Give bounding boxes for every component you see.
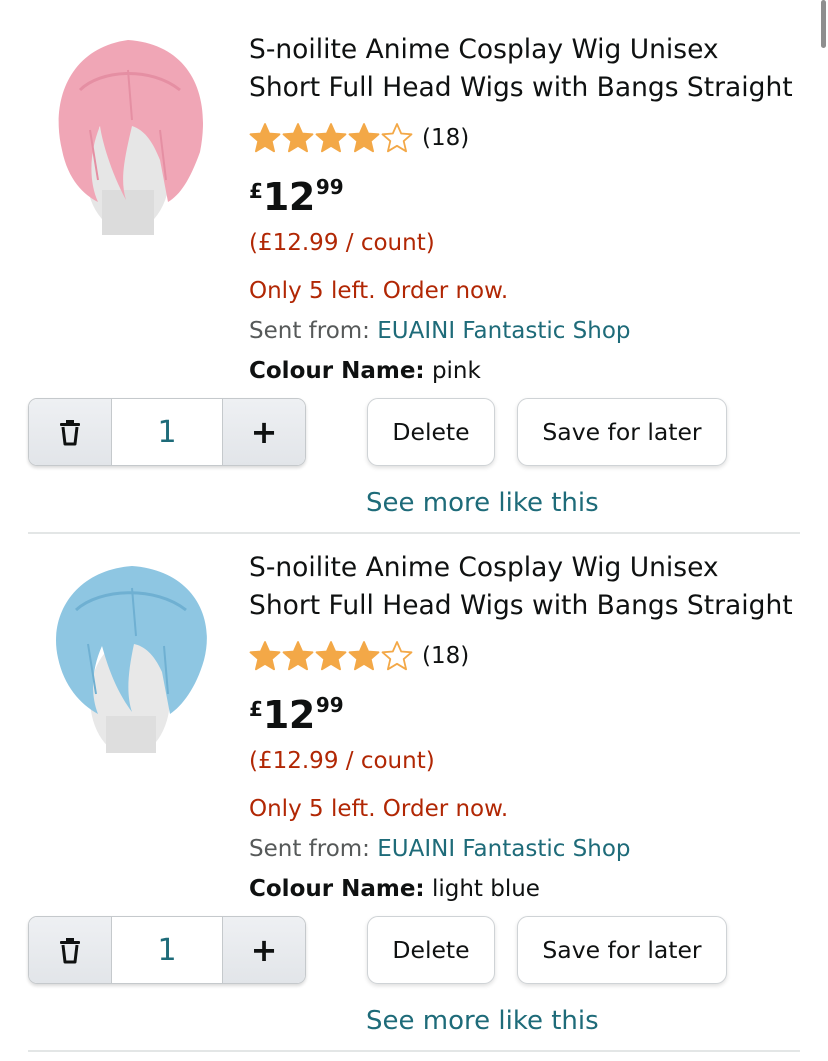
trash-icon (60, 420, 80, 446)
quantity-stepper: 1 + (28, 916, 306, 984)
colour-value: pink (431, 358, 481, 384)
price-currency: £ (249, 179, 263, 203)
save-for-later-button[interactable]: Save for later (517, 916, 727, 984)
product-title[interactable]: S-noilite Anime Cosplay Wig Unisex Short… (249, 549, 805, 625)
trash-icon (60, 938, 80, 964)
colour-label: Colour Name: (249, 358, 425, 384)
seller-link[interactable]: EUAINI Fantastic Shop (377, 836, 630, 862)
sent-from: Sent from: EUAINI Fantastic Shop (249, 314, 631, 348)
star-icon (348, 641, 380, 671)
stock-status: Only 5 left. Order now. (249, 796, 509, 822)
quantity-stepper: 1 + (28, 398, 306, 466)
increase-quantity-button[interactable]: + (223, 399, 305, 465)
delete-quantity-button[interactable] (29, 399, 111, 465)
price-fraction: 99 (315, 693, 344, 717)
product-image[interactable] (40, 548, 220, 753)
delete-quantity-button[interactable] (29, 917, 111, 983)
price-whole: 12 (262, 175, 315, 219)
sent-from-label: Sent from: (249, 318, 370, 344)
colour-value: light blue (431, 876, 540, 902)
star-icon (282, 123, 314, 153)
see-more-link[interactable]: See more like this (366, 484, 599, 522)
rating[interactable]: (18) (249, 120, 469, 156)
product-image[interactable] (40, 30, 220, 235)
star-icon (282, 641, 314, 671)
rating[interactable]: (18) (249, 638, 469, 674)
star-icon (315, 123, 347, 153)
increase-quantity-button[interactable]: + (223, 917, 305, 983)
blue-wig-image (40, 548, 220, 753)
unit-price: (£12.99 / count) (249, 230, 435, 256)
star-icon (381, 123, 413, 153)
unit-price: (£12.99 / count) (249, 748, 435, 774)
product-title-line2: Short Full Head Wigs with Bangs Straight (249, 72, 793, 103)
plus-icon: + (250, 413, 278, 451)
save-for-later-button[interactable]: Save for later (517, 398, 727, 466)
seller-link[interactable]: EUAINI Fantastic Shop (377, 318, 630, 344)
product-title-line1: S-noilite Anime Cosplay Wig Unisex (249, 552, 719, 583)
colour-name: Colour Name: light blue (249, 872, 540, 906)
cart-item: S-noilite Anime Cosplay Wig Unisex Short… (0, 518, 828, 1036)
item-divider (28, 1050, 800, 1052)
star-icon (348, 123, 380, 153)
star-icon (381, 641, 413, 671)
delete-button[interactable]: Delete (367, 916, 495, 984)
price-fraction: 99 (315, 175, 344, 199)
price: £ 12 99 (249, 172, 344, 216)
quantity-value[interactable]: 1 (111, 399, 223, 465)
price: £ 12 99 (249, 690, 344, 734)
price-currency: £ (249, 697, 263, 721)
quantity-value[interactable]: 1 (111, 917, 223, 983)
cart-page: S-noilite Anime Cosplay Wig Unisex Short… (0, 0, 828, 1061)
cart-item: S-noilite Anime Cosplay Wig Unisex Short… (0, 0, 828, 518)
see-more-link[interactable]: See more like this (366, 1002, 599, 1040)
sent-from: Sent from: EUAINI Fantastic Shop (249, 832, 631, 866)
product-title[interactable]: S-noilite Anime Cosplay Wig Unisex Short… (249, 31, 805, 107)
star-icon (249, 123, 281, 153)
product-title-line1: S-noilite Anime Cosplay Wig Unisex (249, 34, 719, 65)
star-rating (249, 122, 414, 154)
star-icon (315, 641, 347, 671)
rating-count: (18) (422, 125, 470, 151)
delete-button[interactable]: Delete (367, 398, 495, 466)
colour-name: Colour Name: pink (249, 354, 481, 388)
stock-status: Only 5 left. Order now. (249, 278, 509, 304)
colour-label: Colour Name: (249, 876, 425, 902)
sent-from-label: Sent from: (249, 836, 370, 862)
star-icon (249, 641, 281, 671)
product-title-line2: Short Full Head Wigs with Bangs Straight (249, 590, 793, 621)
pink-wig-image (40, 30, 220, 235)
star-rating (249, 640, 414, 672)
price-whole: 12 (262, 693, 315, 737)
plus-icon: + (250, 931, 278, 969)
rating-count: (18) (422, 643, 470, 669)
